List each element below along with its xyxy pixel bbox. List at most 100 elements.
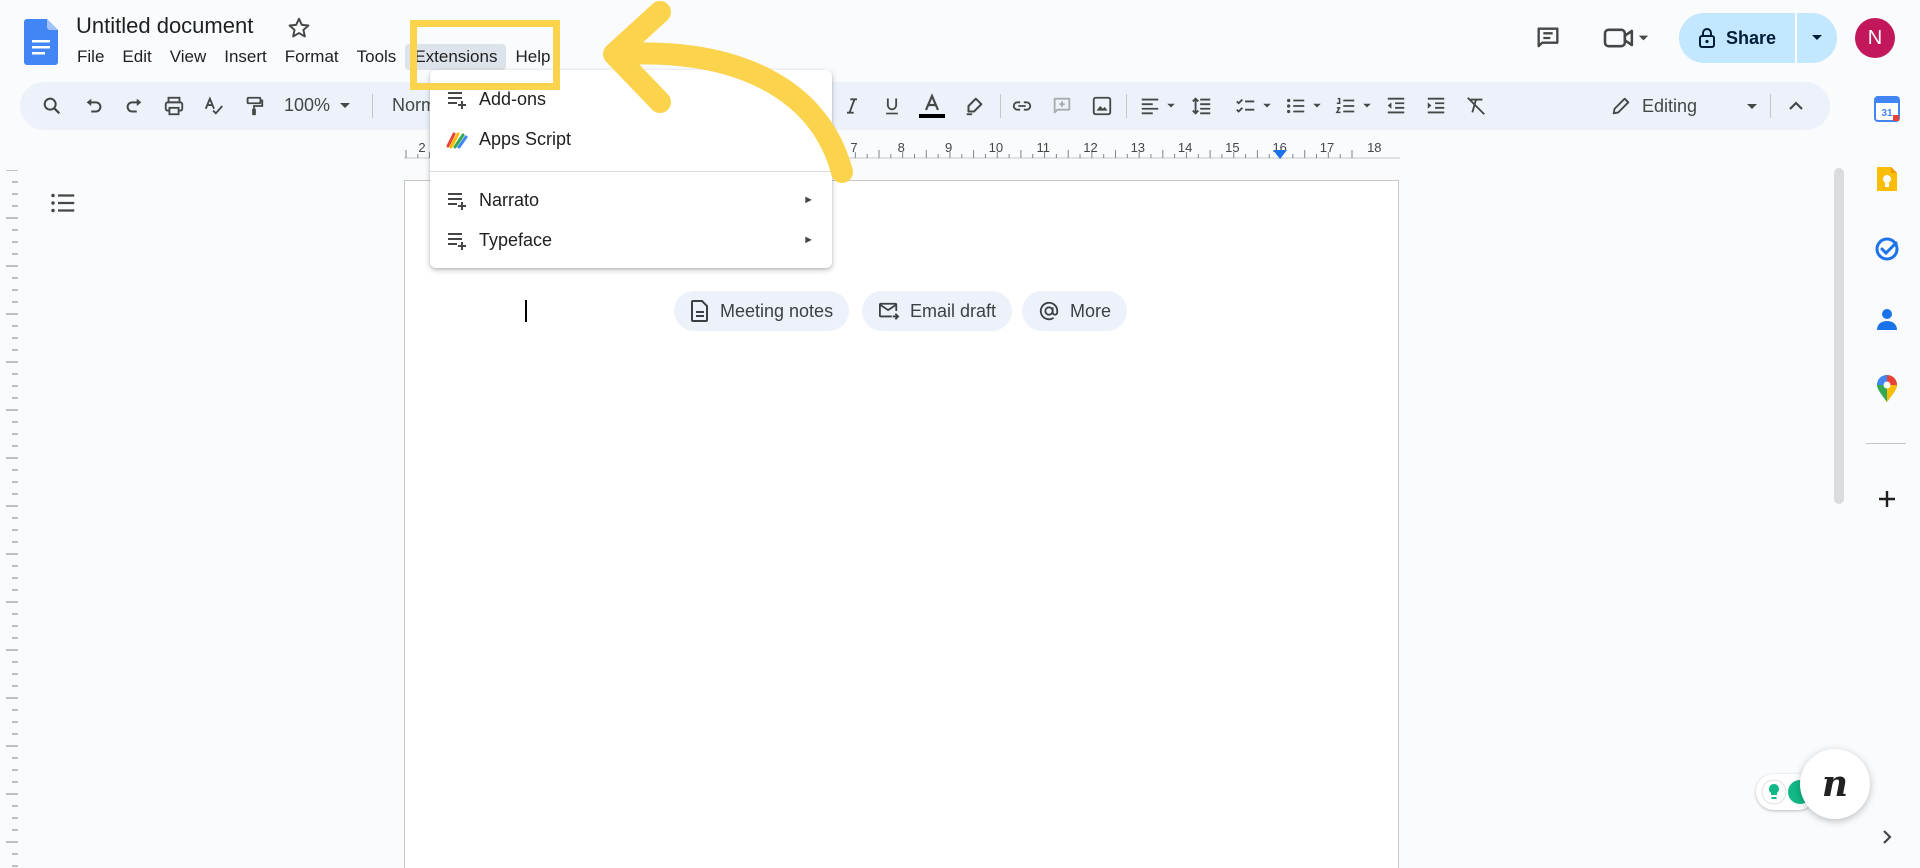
share-button[interactable]: Share (1679, 13, 1795, 63)
italic-icon[interactable] (838, 92, 866, 120)
menu-item-narrato[interactable]: Narrato ► (430, 182, 832, 218)
editing-mode-select[interactable]: Editing (1606, 88, 1776, 124)
line-spacing-icon[interactable] (1188, 92, 1216, 120)
numbered-chevron-icon[interactable] (1360, 92, 1374, 120)
addon-list-icon (446, 229, 468, 251)
ruler-label: 15 (1225, 140, 1239, 155)
menu-view[interactable]: View (161, 44, 216, 70)
lock-icon (1698, 28, 1716, 48)
paint-format-icon[interactable] (240, 92, 268, 120)
menu-item-apps-script[interactable]: Apps Script (430, 121, 832, 157)
extensions-menu: Add-ons ► Apps Script Narrato ► Typeface… (430, 70, 832, 268)
ruler-label: 11 (1036, 140, 1050, 155)
insert-image-icon[interactable] (1088, 92, 1116, 120)
align-chevron-icon[interactable] (1164, 92, 1178, 120)
submenu-arrow-icon: ► (803, 234, 814, 246)
star-icon[interactable] (286, 15, 312, 41)
text-color-icon[interactable] (918, 92, 946, 120)
ruler-label: 7 (850, 140, 857, 155)
checklist-chevron-icon[interactable] (1260, 92, 1274, 120)
chip-meeting-notes[interactable]: Meeting notes (674, 291, 850, 331)
increase-indent-icon[interactable] (1422, 92, 1450, 120)
tasks-icon[interactable] (1872, 234, 1902, 264)
maps-icon[interactable] (1872, 374, 1902, 404)
decrease-indent-icon[interactable] (1382, 92, 1410, 120)
document-icon (690, 300, 710, 322)
apps-script-icon (446, 128, 468, 150)
email-icon (878, 301, 900, 321)
add-icon[interactable] (1872, 484, 1902, 514)
clear-formatting-icon[interactable] (1462, 92, 1490, 120)
text-cursor (525, 300, 527, 322)
numbered-list-icon[interactable] (1332, 92, 1360, 120)
undo-icon[interactable] (80, 92, 108, 120)
submenu-arrow-icon: ► (803, 93, 814, 105)
spellcheck-icon[interactable] (200, 92, 228, 120)
print-icon[interactable] (160, 92, 188, 120)
side-panel-divider (1866, 443, 1906, 444)
document-page[interactable] (404, 180, 1399, 868)
chip-label: Meeting notes (720, 300, 834, 321)
expand-panel-icon[interactable] (1872, 822, 1902, 852)
share-label: Share (1725, 27, 1777, 48)
zoom-value[interactable]: 100% (284, 95, 330, 116)
submenu-arrow-icon: ► (803, 194, 814, 206)
annotation-highlight-box (410, 20, 560, 90)
editing-mode-label: Editing (1642, 95, 1698, 116)
checklist-icon[interactable] (1232, 92, 1260, 120)
chip-email-draft[interactable]: Email draft (862, 291, 1013, 331)
vertical-ruler (0, 170, 20, 868)
share-group: Share (1679, 13, 1837, 63)
ruler-label: 17 (1320, 140, 1334, 155)
menu-file[interactable]: File (68, 44, 113, 70)
pencil-icon (1610, 95, 1632, 117)
collapse-toolbar-icon[interactable] (1782, 92, 1810, 120)
insert-link-icon[interactable] (1008, 92, 1036, 120)
ruler-label: 9 (945, 140, 952, 155)
align-left-icon[interactable] (1136, 92, 1164, 120)
share-options-button[interactable] (1797, 13, 1837, 63)
calendar-day: 31 (1881, 108, 1893, 119)
menu-tools[interactable]: Tools (348, 44, 406, 70)
scrollbar[interactable] (1834, 168, 1844, 504)
comments-icon[interactable] (1528, 18, 1568, 58)
zoom-chevron-icon[interactable] (338, 92, 352, 120)
chip-label: More (1070, 300, 1112, 321)
addon-list-icon (446, 189, 468, 211)
toolbar-divider (1000, 94, 1001, 118)
menu-insert[interactable]: Insert (215, 44, 276, 70)
menu-item-typeface[interactable]: Typeface ► (430, 222, 832, 258)
ruler-label: 18 (1367, 140, 1381, 155)
redo-icon[interactable] (120, 92, 148, 120)
add-comment-icon[interactable] (1048, 92, 1076, 120)
ruler-label: 14 (1178, 140, 1192, 155)
narrato-fab-button[interactable]: n (1800, 749, 1870, 819)
docs-logo-icon[interactable] (24, 19, 58, 65)
document-title[interactable]: Untitled document (76, 13, 253, 39)
menu-divider (430, 171, 832, 172)
keep-icon[interactable] (1872, 164, 1902, 194)
avatar[interactable]: N (1855, 18, 1895, 58)
menu-format[interactable]: Format (276, 44, 348, 70)
ruler-label: 13 (1131, 140, 1145, 155)
highlight-icon[interactable] (960, 92, 988, 120)
underline-icon[interactable] (878, 92, 906, 120)
calendar-icon[interactable]: 31 (1872, 94, 1902, 124)
at-icon (1038, 300, 1060, 322)
addons-icon (446, 88, 468, 110)
toolbar-divider (1126, 94, 1127, 118)
bulleted-list-icon[interactable] (1282, 92, 1310, 120)
ruler-label: 12 (1083, 140, 1097, 155)
chevron-down-icon (1746, 103, 1758, 111)
contacts-icon[interactable] (1872, 304, 1902, 334)
search-icon[interactable] (38, 92, 66, 120)
document-outline-icon[interactable] (48, 188, 78, 218)
chevron-down-icon (1812, 35, 1822, 40)
ruler-label: 2 (418, 140, 425, 155)
toolbar-divider (1770, 94, 1771, 118)
menu-edit[interactable]: Edit (113, 44, 160, 70)
meet-icon[interactable] (1596, 18, 1656, 58)
bulleted-chevron-icon[interactable] (1310, 92, 1324, 120)
chip-more[interactable]: More (1022, 291, 1128, 331)
toolbar: 100% Norm Editing (20, 82, 1830, 130)
